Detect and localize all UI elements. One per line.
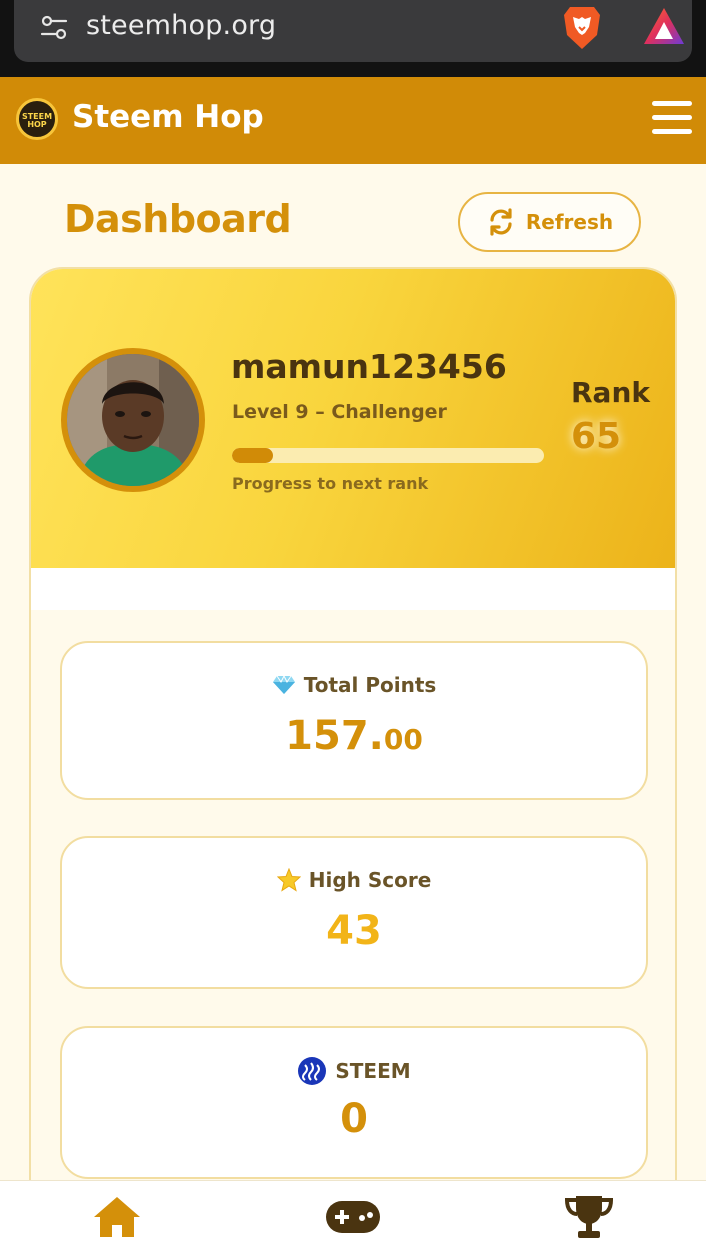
menu-bar — [652, 101, 692, 106]
browser-toolbar: steemhop.org — [0, 0, 706, 77]
high-score-header: High Score — [62, 868, 646, 892]
refresh-icon — [490, 208, 512, 236]
total-points-integer: 157. — [285, 713, 384, 759]
brave-rewards-icon[interactable] — [642, 6, 686, 46]
url-text[interactable]: steemhop.org — [86, 10, 276, 41]
gamepad-icon — [326, 1200, 380, 1233]
address-bar[interactable]: steemhop.org — [14, 0, 692, 62]
star-icon — [276, 868, 301, 892]
rank-progress-bar — [232, 448, 544, 463]
total-points-value: 157.00 — [62, 713, 646, 759]
trophy-icon — [564, 1195, 614, 1238]
refresh-button[interactable]: Refresh — [458, 192, 641, 252]
menu-bar — [652, 129, 692, 134]
user-avatar[interactable] — [61, 348, 205, 492]
site-settings-icon[interactable] — [40, 14, 68, 42]
menu-bar — [652, 115, 692, 120]
rank-value: 65 — [571, 416, 622, 457]
profile-banner: mamun123456 Level 9 – Challenger Progres… — [31, 269, 675, 568]
steem-hop-logo[interactable]: STEEM HOP — [16, 98, 58, 140]
app-title[interactable]: Steem Hop — [72, 99, 264, 135]
high-score-card: High Score 43 — [60, 836, 648, 989]
username: mamun123456 — [231, 347, 507, 386]
steem-logo-icon — [298, 1057, 327, 1085]
home-icon — [94, 1196, 140, 1237]
brave-shields-icon[interactable] — [562, 5, 602, 51]
total-points-card: Total Points 157.00 — [60, 641, 648, 800]
nav-games-button[interactable] — [293, 1181, 413, 1251]
total-points-decimal: 00 — [383, 723, 423, 756]
steem-value: 0 — [340, 1096, 368, 1142]
nav-home-button[interactable] — [57, 1181, 177, 1251]
progress-label: Progress to next rank — [232, 474, 429, 493]
total-points-header: Total Points — [62, 673, 646, 697]
avatar-photo — [67, 354, 199, 486]
rank-label: Rank — [571, 376, 651, 409]
app-header: STEEM HOP Steem Hop — [0, 77, 706, 164]
refresh-label: Refresh — [525, 210, 614, 234]
nav-leaderboard-button[interactable] — [529, 1181, 649, 1251]
bottom-navigation — [0, 1180, 706, 1251]
banner-divider — [31, 568, 675, 610]
high-score-value: 43 — [326, 908, 382, 954]
page-title: Dashboard — [64, 197, 292, 241]
steem-label: STEEM — [335, 1059, 411, 1083]
rank-progress-fill — [232, 448, 273, 463]
steem-header: STEEM — [62, 1056, 646, 1086]
level-text: Level 9 – Challenger — [232, 401, 447, 423]
hamburger-menu-button[interactable] — [652, 101, 692, 139]
logo-text: STEEM HOP — [21, 112, 53, 129]
high-score-label: High Score — [308, 868, 432, 892]
steem-balance-card: STEEM 0 — [60, 1026, 648, 1179]
total-points-label: Total Points — [303, 673, 437, 697]
gem-icon — [272, 675, 295, 694]
dashboard-card: mamun123456 Level 9 – Challenger Progres… — [29, 267, 677, 1251]
